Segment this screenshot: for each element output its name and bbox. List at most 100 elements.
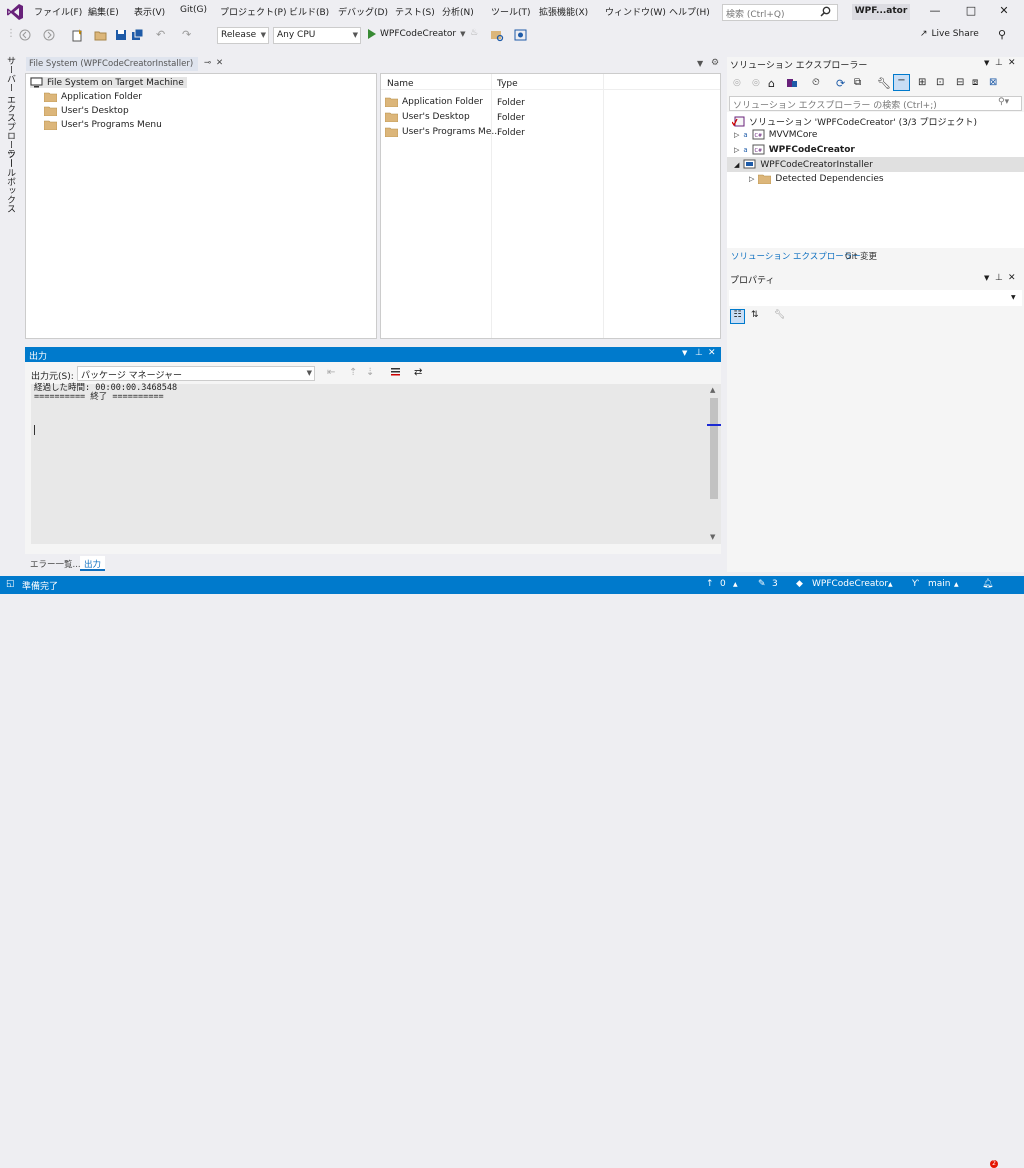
output-source-select[interactable]: パッケージ マネージャー ▼ (77, 366, 315, 381)
list-item[interactable]: User's Programs Me... (385, 127, 500, 137)
run-button[interactable]: WPFCodeCreator ▼ (367, 29, 466, 39)
save-icon[interactable] (114, 28, 128, 42)
tree-item[interactable]: User's Desktop (44, 106, 129, 116)
minimize-icon[interactable]: — (922, 4, 948, 20)
screenshot-icon[interactable] (514, 28, 528, 42)
feedback-icon[interactable]: ⚲ (998, 28, 1012, 42)
close-icon[interactable]: ✕ (1008, 58, 1016, 68)
forward-icon[interactable] (42, 28, 56, 42)
tree-project[interactable]: ▷ a C# MVVMCore (734, 129, 817, 140)
menu-window[interactable]: ウィンドウ(W) (605, 5, 666, 18)
switch-views-icon[interactable] (786, 77, 798, 89)
scroll-up-icon[interactable]: ▲ (710, 386, 715, 394)
settings-icon[interactable]: ⊠ (989, 77, 997, 88)
close-icon[interactable]: ✕ (991, 4, 1017, 20)
menu-git[interactable]: Git(G) (180, 5, 207, 15)
menu-edit[interactable]: 編集(E) (88, 5, 119, 18)
menu-analyze[interactable]: 分析(N) (442, 5, 474, 18)
config-select[interactable]: Release ▼ (217, 27, 269, 44)
status-pencil-count[interactable]: 3 (772, 579, 778, 589)
clear-all-icon[interactable] (390, 366, 402, 378)
pin-icon[interactable]: ⊥ (695, 348, 703, 358)
menu-tools[interactable]: ツール(T) (491, 5, 531, 18)
tree-solution[interactable]: ソリューション 'WPFCodeCreator' (3/3 プロジェクト) (732, 115, 977, 128)
list-item[interactable]: Application Folder (385, 97, 483, 107)
menu-debug[interactable]: デバッグ(D) (338, 5, 388, 18)
chevron-down-icon[interactable]: ▼ (697, 59, 703, 68)
property-pages-icon[interactable]: 🔧︎ (774, 310, 785, 320)
output-scrollbar[interactable]: ▲ ▼ (707, 384, 721, 544)
alphabetical-icon[interactable]: ⇅ (751, 310, 759, 320)
filter-icon[interactable]: ⊡ (936, 77, 944, 88)
scroll-thumb[interactable] (710, 398, 718, 499)
home-icon[interactable]: ⌂ (768, 77, 775, 90)
pin-icon[interactable]: ⊥ (995, 273, 1003, 283)
chevron-down-icon[interactable]: ▼ (984, 274, 989, 282)
categorized-icon[interactable]: ☷ (730, 309, 745, 324)
tree-item[interactable]: Application Folder (44, 92, 142, 102)
previous-message-icon[interactable]: ⇡ (349, 367, 357, 378)
save-all-icon[interactable] (131, 28, 145, 42)
sync-icon[interactable]: ⟳ (836, 77, 845, 90)
back-icon[interactable] (18, 28, 32, 42)
search-input[interactable]: 検索 (Ctrl+Q) (722, 4, 838, 21)
tab-output[interactable]: 出力 (80, 556, 106, 571)
menu-project[interactable]: プロジェクト(P) (220, 5, 286, 18)
tab-solution-explorer[interactable]: ソリューション エクスプローラー (731, 250, 861, 262)
browse-icon[interactable] (490, 28, 504, 42)
back-icon[interactable]: ◎ (733, 78, 741, 88)
hot-reload-icon[interactable]: ♨ (470, 28, 484, 42)
forward-icon[interactable]: ◎ (752, 78, 760, 88)
redo-icon[interactable]: ↷ (182, 28, 196, 42)
status-branch[interactable]: main (928, 579, 951, 589)
word-wrap-icon[interactable]: ⇄ (414, 367, 422, 378)
tree-root[interactable]: File System on Target Machine (30, 77, 187, 88)
maximize-icon[interactable]: □ (958, 4, 984, 20)
output-text[interactable]: 経過した時間: 00:00:00.3468548 ========== 終了 =… (31, 384, 707, 544)
collapse-all-icon[interactable]: ⧉ (854, 77, 861, 88)
new-project-icon[interactable] (70, 28, 84, 42)
view-class-icon[interactable]: ⊟ (956, 77, 964, 88)
next-message-icon[interactable]: ⇣ (366, 367, 374, 378)
properties-wrench-icon[interactable]: 🔧︎ (877, 77, 891, 90)
pending-changes-icon[interactable]: ⏲ (812, 77, 820, 88)
menu-help[interactable]: ヘルプ(H) (669, 5, 710, 18)
menu-view[interactable]: 表示(V) (134, 5, 165, 18)
tree-child[interactable]: ▷ Detected Dependencies (749, 174, 884, 184)
tab-error-list[interactable]: エラー一覧... (26, 556, 85, 571)
open-folder-icon[interactable] (94, 28, 108, 42)
list-item[interactable]: User's Desktop (385, 112, 470, 122)
tree-project[interactable]: ▷ a C# WPFCodeCreator (734, 144, 855, 155)
pin-icon[interactable]: ⊸ (204, 58, 211, 68)
tree-project-selected[interactable]: ◢ WPFCodeCreatorInstaller (734, 159, 873, 170)
menu-file[interactable]: ファイル(F) (34, 5, 82, 18)
column-header-name[interactable]: Name (387, 79, 414, 89)
status-repo[interactable]: WPFCodeCreator (812, 579, 888, 589)
menu-test[interactable]: テスト(S) (395, 5, 435, 18)
preview-selected-icon[interactable]: − (893, 74, 910, 91)
close-icon[interactable]: ✕ (708, 348, 716, 358)
chevron-down-icon[interactable]: ▼ (682, 349, 687, 357)
menu-extensions[interactable]: 拡張機能(X) (539, 5, 588, 18)
solution-search-input[interactable]: ソリューション エクスプローラー の検索 (Ctrl+;) ⚲▾ (729, 96, 1022, 111)
column-header-type[interactable]: Type (497, 79, 518, 89)
notification-icon[interactable]: 🔔︎ (982, 579, 993, 589)
close-tab-icon[interactable]: ✕ (216, 58, 223, 68)
find-message-icon[interactable]: ⇤ (327, 367, 335, 378)
tab-file-system[interactable]: File System (WPFCodeCreatorInstaller) ⊸ … (26, 57, 223, 71)
tree-item[interactable]: User's Programs Menu (44, 120, 162, 130)
chevron-down-icon[interactable]: ▼ (984, 59, 989, 67)
platform-select[interactable]: Any CPU ▼ (273, 27, 361, 44)
properties-object-select[interactable]: ▼ (729, 290, 1022, 306)
status-up-count[interactable]: 0 (720, 579, 726, 589)
show-all-files-icon[interactable]: ⊞ (918, 77, 926, 88)
gear-icon[interactable]: ⚙ (711, 58, 719, 68)
menu-build[interactable]: ビルド(B) (289, 5, 329, 18)
new-view-icon[interactable]: ⧈ (972, 77, 978, 88)
tab-git-changes[interactable]: Git 変更 (845, 250, 877, 262)
pin-icon[interactable]: ⊥ (995, 58, 1003, 68)
undo-icon[interactable]: ↶ (156, 28, 170, 42)
scroll-down-icon[interactable]: ▼ (710, 533, 715, 541)
live-share-button[interactable]: ↗ Live Share (920, 29, 979, 39)
close-icon[interactable]: ✕ (1008, 273, 1016, 283)
